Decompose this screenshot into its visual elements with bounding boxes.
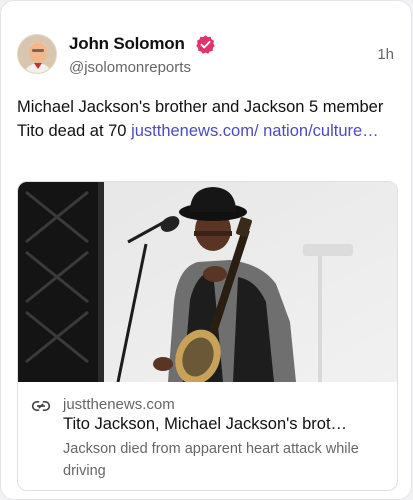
author-handle[interactable]: @jsolomonreports: [69, 59, 191, 76]
post-timestamp[interactable]: 1h: [377, 46, 394, 63]
link-icon: [31, 401, 51, 411]
post-link[interactable]: justthenews.com/ nation/culture…: [131, 122, 379, 140]
card-meta[interactable]: justthenews.com Tito Jackson, Michael Ja…: [18, 382, 397, 490]
card-domain: justthenews.com: [63, 396, 175, 413]
card-title[interactable]: Tito Jackson, Michael Jackson's brot…: [63, 415, 388, 434]
avatar[interactable]: [17, 34, 57, 74]
verified-badge-icon: [196, 35, 215, 54]
link-preview-card[interactable]: justthenews.com Tito Jackson, Michael Ja…: [17, 181, 398, 491]
post-card[interactable]: John Solomon @jsolomonreports 1h Michael…: [0, 0, 412, 500]
card-image[interactable]: [18, 182, 398, 382]
card-description: Jackson died from apparent heart attack …: [63, 441, 359, 479]
avatar-image: [18, 35, 56, 73]
author-name[interactable]: John Solomon: [69, 34, 185, 54]
post-text: Michael Jackson's brother and Jackson 5 …: [17, 95, 387, 143]
